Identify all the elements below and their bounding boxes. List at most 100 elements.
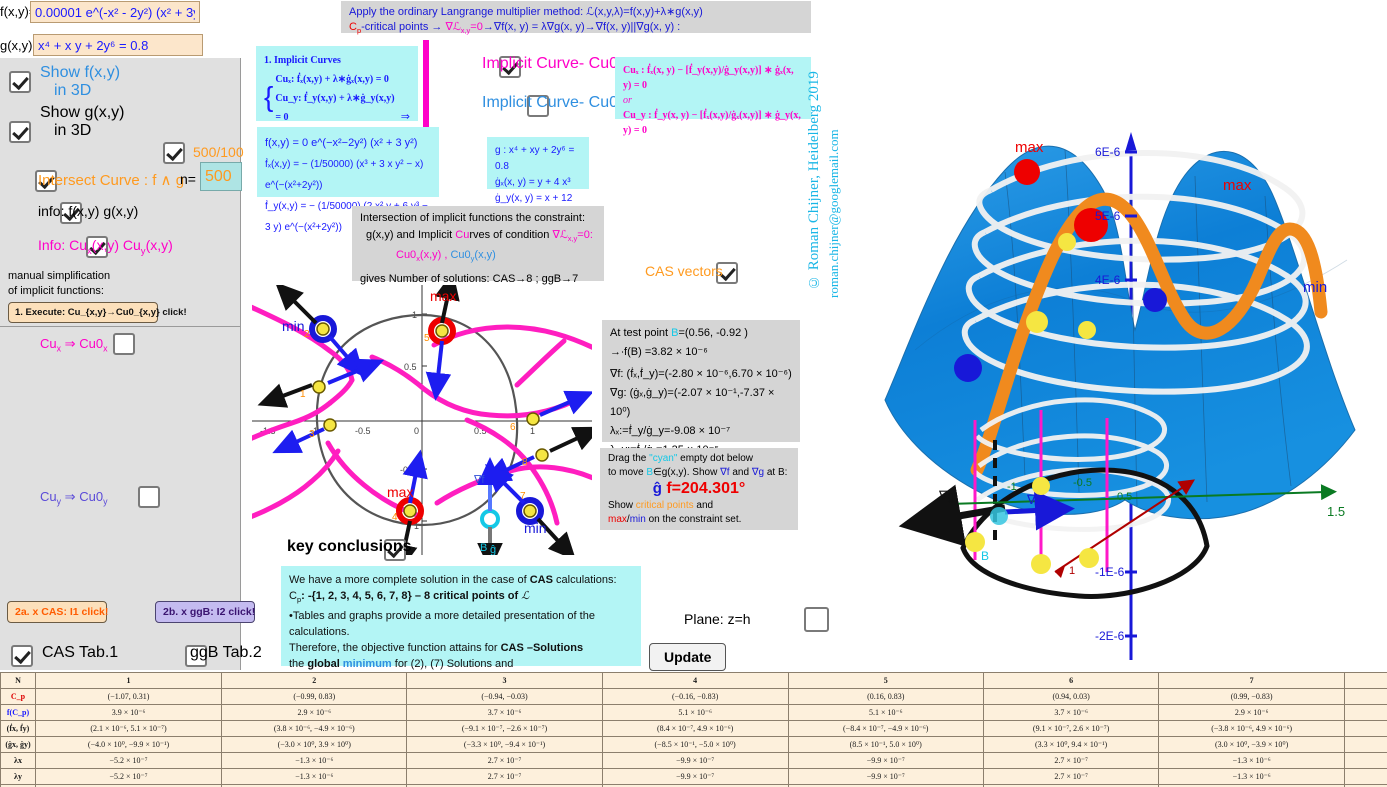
table-row: N12345678: [0, 672, 1387, 689]
svg-text:max: max: [1015, 139, 1044, 156]
plot-3d-canvas[interactable]: max max min 6E-6 5E-6 4E-6 -1E-6 -2E-6 -…: [855, 0, 1387, 670]
table-row: (ḟx, ḟy) (2.1 × 10⁻⁶, 5.1 × 10⁻⁷) (3.8 × 1…: [0, 720, 1387, 737]
draggable-point-b[interactable]: [480, 509, 500, 529]
min-point-left-3d[interactable]: [954, 354, 982, 382]
table-cell: 2.9 × 10⁻⁶: [221, 704, 408, 721]
int-l2d: ∇ℒ: [552, 229, 568, 241]
header-note-l2b: -critical points →: [361, 21, 446, 33]
intersection-info-box: Intersection of implicit functions the c…: [352, 206, 604, 285]
cas-i1-button[interactable]: 2a. x CAS: I1 click!: [7, 601, 108, 623]
tp-l3: ∇f: (ḟₓ,ḟ_y)=(-2.80 × 10⁻⁶,6.70 × 10⁻⁶): [610, 368, 792, 380]
critical-point-1[interactable]: [312, 380, 326, 394]
svg-text:0.5: 0.5: [404, 362, 417, 372]
svg-text:max: max: [430, 288, 456, 304]
critical-point-6[interactable]: [526, 412, 540, 426]
svg-text:1: 1: [1069, 565, 1075, 577]
drag-l5c: min: [629, 514, 646, 525]
show-f-3d-toggle[interactable]: Show f(x,y) in 3D: [9, 64, 120, 100]
cux-label-b: Cu0: [79, 336, 104, 351]
show-g-3d-toggle[interactable]: Show g(x,y) in 3D: [9, 101, 124, 143]
cas-tab-checkbox[interactable]: [11, 644, 33, 667]
grad-f-vector-3d: [1004, 490, 1075, 531]
kc-l1b: CAS: [529, 574, 553, 586]
svg-text:6: 6: [510, 422, 516, 433]
drag-l5a: max: [608, 514, 627, 525]
info-cu-mid: (x,y) Cu: [91, 237, 141, 253]
plane-zh-checkbox[interactable]: [803, 607, 829, 632]
table-cell: 5.1 × 10⁻⁶: [601, 704, 789, 721]
implicit-curves-box: 1. Implicit Curves { Cuₓ: ḟₓ(x,y) + λ∗ġₓ…: [256, 46, 418, 123]
intersection-l1: Intersection of implicit functions the c…: [360, 212, 585, 224]
ggb-i2-button[interactable]: 2b. x ggB: I2 click!: [155, 601, 255, 623]
critical-point-a-3d[interactable]: [1026, 311, 1048, 333]
n-input[interactable]: [200, 162, 242, 191]
tp-l1: At test point B=(0.56, -0.92 ): [610, 324, 792, 343]
int-l2e: =0:: [577, 229, 593, 241]
table-cell: −5.2 × 10⁻⁷: [34, 768, 223, 785]
cux-to-cu0x-checkbox[interactable]: [112, 333, 135, 355]
table-row-header: λy: [0, 768, 36, 785]
critical-point-8[interactable]: [535, 448, 549, 462]
cux-sub-b: x: [103, 343, 108, 354]
show-f-3d-checkbox[interactable]: [9, 71, 31, 93]
cas-results-table-wrap[interactable]: N12345678C_p(−1.07, 0.31)(−0.99, 0.83)(−…: [0, 672, 1387, 787]
critical-point-5[interactable]: [435, 324, 449, 338]
header-note-l1b: ℒ(x,y,λ)=f(x,y)+λ∗g(x,y): [586, 6, 703, 18]
point-b-3d[interactable]: [990, 507, 1008, 525]
kc-l3: •Tables and graphs provide a more detail…: [289, 610, 595, 639]
critical-point-3[interactable]: [323, 418, 337, 432]
table-cell: (3.8 × 10⁻⁶, −4.9 × 10⁻⁶): [221, 720, 408, 737]
execute-simplify-button[interactable]: 1. Execute: Cu_{x,y}→Cu0_{x,y} click!: [8, 302, 187, 323]
critical-point-7[interactable]: [523, 504, 537, 518]
critical-point-b-3d[interactable]: [1078, 321, 1096, 339]
tick-marks: [422, 313, 427, 522]
header-note-l2e: →∇f(x, y) = λ∇g(x, y)→∇f(x, y)||∇g(x, y)…: [482, 21, 681, 33]
g-formula-l2: ġₓ(x, y) = y + 4 x³: [495, 177, 571, 188]
cas-vectors-label: CAS vectors: [645, 263, 723, 279]
svg-text:5E-6: 5E-6: [1095, 209, 1121, 223]
critical-point-c-3d[interactable]: [1058, 233, 1076, 251]
svg-text:4: 4: [392, 512, 398, 523]
critical-point-2[interactable]: [316, 322, 330, 336]
table-cell: −1.3 × 10⁻⁶: [221, 752, 408, 769]
function-input-area: f(x,y)= g(x,y):: [0, 0, 250, 56]
update-button[interactable]: Update: [649, 643, 727, 671]
kc-l2c: ℒ: [521, 590, 530, 602]
graph-2d-canvas[interactable]: -1.5-1-0.5 00.511.5 10.5-0.51: [252, 285, 592, 555]
g-formula-l1: g : x⁴ + xy + 2y⁶ = 0.8: [495, 145, 575, 172]
drag-l2a: to move: [608, 467, 647, 478]
gxy-input[interactable]: [33, 34, 203, 56]
svg-text:max: max: [1223, 177, 1252, 194]
table-cell: (−9.1 × 10⁻⁷, −2.6 × 10⁻⁷): [406, 720, 603, 737]
table-cell: (3.3 × 10⁰, 9.4 × 10⁻¹): [982, 736, 1160, 753]
svg-text:-0.5: -0.5: [1073, 477, 1092, 489]
table-cell: (8.5 × 10⁻¹, 5.0 × 10⁰): [787, 736, 984, 753]
fxy-input[interactable]: [30, 1, 200, 23]
header-note-l2a: C: [349, 21, 357, 33]
max-point-left-3d[interactable]: [1014, 159, 1040, 185]
critical-point-4[interactable]: [403, 504, 417, 518]
kc-l5c: minimum: [339, 658, 392, 671]
cas-tab-label: CAS Tab.1: [42, 644, 119, 661]
show-g-3d-checkbox[interactable]: [9, 121, 31, 143]
table-cell: (2.1 × 10⁻⁶, 5.1 × 10⁻⁷): [34, 720, 223, 737]
table-cell: (−0.99, 0.83): [221, 688, 408, 705]
min-point-right-3d[interactable]: [1143, 288, 1167, 312]
test-point-info-box: At test point B=(0.56, -0.92 ) →∙f(B) =3…: [602, 320, 800, 456]
base-point-b-3d[interactable]: [1031, 554, 1051, 574]
drag-l1a: Drag the: [608, 453, 650, 464]
cu-formula-or: or: [623, 95, 632, 106]
cuy-sub-a: y: [56, 496, 62, 507]
tp-l1a: At test point: [610, 327, 672, 339]
f-formula-box: f(x,y) = 0 e^(−x²−2y²) (x² + 3 y²) ḟₓ(x,…: [257, 127, 439, 233]
svg-text:-1: -1: [1007, 481, 1017, 493]
table-cell: −9.9 × 10⁻⁷: [787, 768, 984, 785]
drag-l3: ĝ f=204.301°: [608, 481, 790, 497]
kc-l1a: We have a more complete solution in the …: [289, 574, 530, 586]
cuy-to-cu0y-checkbox[interactable]: [138, 486, 161, 508]
kc-l5: the global minimum for (2), (7) Solution…: [289, 656, 633, 672]
show-f-3d-label2: in 3D: [54, 82, 92, 99]
ratio-checkbox[interactable]: [163, 142, 185, 164]
cas-results-table: N12345678C_p(−1.07, 0.31)(−0.99, 0.83)(−…: [0, 672, 1387, 787]
n-label: n=: [180, 171, 196, 187]
